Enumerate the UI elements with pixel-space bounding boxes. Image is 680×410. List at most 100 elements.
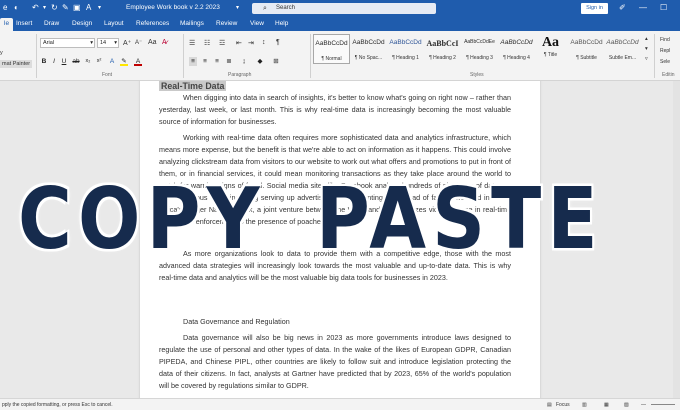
- justify-icon[interactable]: ≣: [225, 57, 233, 66]
- line-spacing-icon[interactable]: ↨: [240, 57, 248, 66]
- style-name-text: Heading 3: [470, 55, 493, 61]
- search-input[interactable]: ⌕ Search: [252, 3, 436, 14]
- focus-icon[interactable]: ▤: [547, 402, 552, 408]
- undo-dropdown-icon[interactable]: ▾: [43, 3, 46, 13]
- styles-scroll-down-icon[interactable]: ▾: [645, 46, 648, 52]
- format-painter-icon[interactable]: ✎: [62, 3, 69, 13]
- maximize-icon[interactable]: ☐: [660, 3, 667, 13]
- subscript-icon[interactable]: x₂: [84, 57, 92, 66]
- italic-icon[interactable]: I: [50, 57, 58, 66]
- grow-font-icon[interactable]: A⁺: [123, 39, 131, 47]
- align-right-icon[interactable]: ≡: [213, 57, 221, 66]
- tab-insert[interactable]: Insert: [16, 20, 32, 27]
- save-icon[interactable]: ▣: [73, 3, 81, 13]
- tab-review[interactable]: Review: [216, 20, 237, 27]
- autosave-toggle-icon[interactable]: ◐: [14, 3, 19, 13]
- tab-layout[interactable]: Layout: [104, 20, 124, 27]
- web-layout-icon[interactable]: ▧: [624, 402, 629, 408]
- style-preview: AaBbCcDd: [389, 39, 422, 46]
- spellcheck-icon[interactable]: A: [86, 3, 91, 13]
- font-color-icon[interactable]: A: [134, 57, 142, 66]
- style-normal[interactable]: AaBbCcDd ¶ Normal: [313, 34, 350, 64]
- style-heading-4[interactable]: AaBbCcDd ¶ Heading 4: [498, 34, 535, 64]
- tab-draw[interactable]: Draw: [44, 20, 59, 27]
- focus-button[interactable]: Focus: [556, 402, 570, 408]
- tab-home[interactable]: le: [0, 18, 14, 31]
- styles-more-icon[interactable]: ▿: [645, 56, 648, 62]
- borders-icon[interactable]: ⊞: [272, 57, 280, 66]
- tab-design[interactable]: Design: [72, 20, 92, 27]
- style-preview: AaBbCcDd: [352, 39, 385, 46]
- style-subtle-emphasis[interactable]: AaBbCcDd Subtle Em...: [604, 34, 641, 64]
- clear-formatting-icon[interactable]: A̷: [162, 39, 167, 46]
- vertical-scrollbar[interactable]: [673, 81, 680, 398]
- bold-icon[interactable]: B: [40, 57, 48, 66]
- search-placeholder: Search: [276, 5, 296, 11]
- shrink-font-icon[interactable]: A⁻: [135, 39, 142, 46]
- style-preview: Aa: [541, 35, 560, 50]
- style-heading-3[interactable]: AaBbCcDdEe ¶ Heading 3: [461, 34, 498, 64]
- style-preview: AaBbCcDd: [500, 39, 533, 46]
- font-name-combo[interactable]: Arial ▾: [40, 38, 95, 48]
- strikethrough-icon[interactable]: ab: [72, 57, 80, 66]
- numbering-icon[interactable]: ☷: [204, 39, 210, 47]
- print-layout-icon[interactable]: ▦: [604, 402, 609, 408]
- status-message: pply the copied formatting, or press Esc…: [2, 402, 113, 408]
- style-name: ¶ No Spac...: [354, 55, 383, 61]
- menu-bar: le Insert Draw Design Layout References …: [0, 17, 680, 31]
- style-subtitle[interactable]: AaBbCcDd ¶ Subtitle: [568, 34, 605, 64]
- paragraph-text: When digging into data in search of insi…: [159, 93, 511, 126]
- shading-icon[interactable]: ◆: [256, 57, 264, 66]
- styles-scroll-up-icon[interactable]: ▴: [645, 36, 648, 42]
- sign-in-button[interactable]: Sign in: [581, 3, 608, 14]
- zoom-slider[interactable]: [651, 404, 675, 405]
- replace-button[interactable]: Repl: [660, 48, 670, 54]
- style-heading-1[interactable]: AaBbCcDd ¶ Heading 1: [387, 34, 424, 64]
- align-left-icon[interactable]: ≡: [189, 57, 197, 66]
- style-preview: AaBbCcDdEe: [464, 39, 495, 45]
- select-button[interactable]: Sele: [660, 59, 670, 65]
- bullets-icon[interactable]: ☰: [189, 39, 195, 47]
- multilevel-list-icon[interactable]: ☲: [219, 39, 225, 47]
- undo-icon[interactable]: ↶: [32, 3, 39, 13]
- copy-button[interactable]: y: [0, 50, 3, 56]
- text-effects-icon[interactable]: A: [108, 57, 116, 66]
- read-mode-icon[interactable]: ▥: [582, 402, 587, 408]
- tab-help[interactable]: Help: [275, 20, 288, 27]
- title-dropdown-icon[interactable]: ▾: [236, 4, 239, 11]
- find-button[interactable]: Find: [660, 37, 670, 43]
- sort-icon[interactable]: ↕: [262, 39, 266, 46]
- minimize-icon[interactable]: —: [639, 3, 647, 13]
- decrease-indent-icon[interactable]: ⇤: [236, 39, 242, 47]
- show-marks-icon[interactable]: ¶: [276, 39, 280, 46]
- zoom-out-icon[interactable]: —: [641, 402, 646, 408]
- document-title: Employee Work book v 2.2 2023: [126, 4, 220, 11]
- customize-toolbar-icon[interactable]: ▾: [98, 3, 101, 13]
- document-page[interactable]: Real-Time Data When digging into data in…: [140, 81, 540, 398]
- designer-icon[interactable]: ✐: [619, 3, 626, 13]
- style-title[interactable]: Aa ¶ Title: [532, 34, 569, 64]
- redo-icon[interactable]: ↻: [51, 3, 58, 13]
- style-name: ¶ Title: [543, 52, 558, 58]
- app-menu-label[interactable]: e: [3, 3, 7, 13]
- style-name-text: Heading 2: [433, 55, 456, 61]
- increase-indent-icon[interactable]: ⇥: [248, 39, 254, 47]
- editing-group-label: Editin: [662, 72, 675, 78]
- underline-icon[interactable]: U: [60, 57, 68, 66]
- style-name: ¶ Heading 1: [392, 55, 419, 61]
- highlight-icon[interactable]: ✎: [120, 57, 128, 66]
- tab-view[interactable]: View: [250, 20, 264, 27]
- document-area: Real-Time Data When digging into data in…: [0, 81, 680, 398]
- style-heading-2[interactable]: AaBbCcI ¶ Heading 2: [424, 34, 461, 64]
- align-center-icon[interactable]: ≡: [201, 57, 209, 66]
- change-case-icon[interactable]: Aa: [148, 39, 157, 46]
- paragraph-text: As more organizations look to data to pr…: [159, 249, 511, 282]
- superscript-icon[interactable]: x²: [95, 57, 103, 66]
- font-size-combo[interactable]: 14 ▾: [97, 38, 119, 48]
- tab-references[interactable]: References: [136, 20, 169, 27]
- style-name: ¶ Heading 4: [503, 55, 530, 61]
- heading-data-governance: Data Governance and Regulation: [183, 317, 290, 326]
- tab-mailings[interactable]: Mailings: [180, 20, 204, 27]
- style-no-spacing[interactable]: AaBbCcDd ¶ No Spac...: [350, 34, 387, 64]
- format-painter-button[interactable]: mat Painter: [0, 60, 33, 68]
